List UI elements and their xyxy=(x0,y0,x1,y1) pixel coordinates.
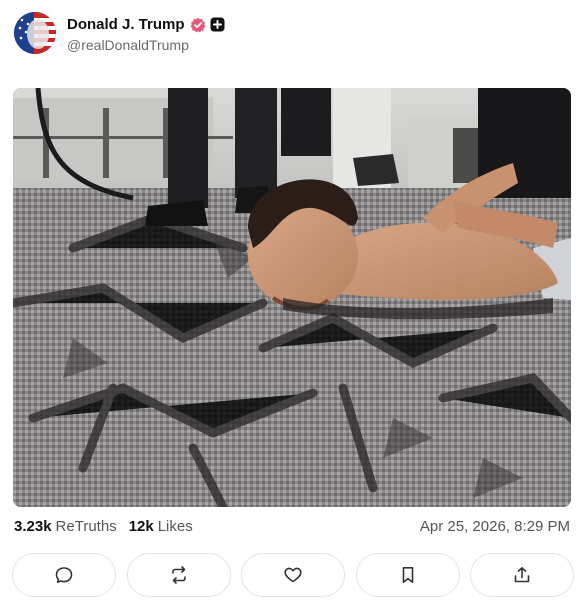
post-image[interactable] xyxy=(13,88,571,507)
post-actions xyxy=(12,553,574,597)
retruth-arrows-icon xyxy=(171,566,186,584)
plus-badge-icon xyxy=(210,17,225,32)
post-timestamp[interactable]: Apr 25, 2026, 8:29 PM xyxy=(420,518,570,535)
author-handle[interactable]: @realDonaldTrump xyxy=(67,37,225,53)
likes-count[interactable]: 12k xyxy=(129,518,154,535)
retruths-count[interactable]: 3.23k xyxy=(14,518,52,535)
name-row: Donald J. Trump xyxy=(67,14,225,36)
bookmark-icon xyxy=(402,567,413,583)
reply-bubble-icon xyxy=(55,567,73,583)
reply-button[interactable] xyxy=(12,553,116,597)
american-flag-avatar xyxy=(14,12,56,54)
author-display-name[interactable]: Donald J. Trump xyxy=(67,16,185,33)
likes-label[interactable]: Likes xyxy=(158,518,193,535)
like-button[interactable] xyxy=(241,553,345,597)
share-upload-icon xyxy=(514,567,530,583)
retruth-button[interactable] xyxy=(126,553,231,597)
bookmark-button[interactable] xyxy=(355,553,460,597)
avatar[interactable] xyxy=(14,12,56,54)
verified-badge-icon xyxy=(190,17,205,32)
author-names: Donald J. Trump @realDonaldTrump xyxy=(67,14,225,53)
heart-icon xyxy=(284,567,302,583)
post-header: Donald J. Trump @realDonaldTrump xyxy=(14,12,225,54)
post-photo xyxy=(13,88,571,507)
retruths-label[interactable]: ReTruths xyxy=(56,518,117,535)
post-stats: 3.23k ReTruths 12k Likes xyxy=(14,518,193,535)
share-button[interactable] xyxy=(470,553,574,597)
